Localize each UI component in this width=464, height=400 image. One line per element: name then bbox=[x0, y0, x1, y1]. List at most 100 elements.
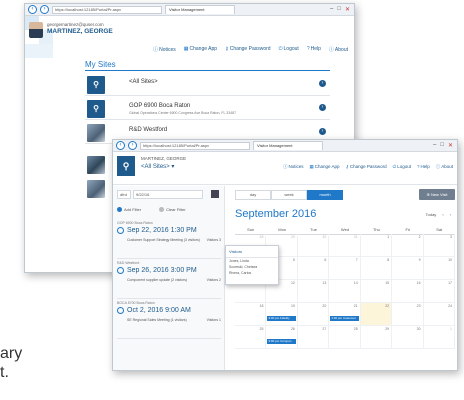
minimize-icon[interactable]: – bbox=[433, 142, 436, 149]
site-row[interactable]: ⚲ <All Sites> › bbox=[85, 74, 330, 96]
calendar-day[interactable]: 31 bbox=[329, 234, 361, 257]
day-number: 22 bbox=[385, 304, 390, 308]
add-filter-button[interactable]: Add Filter bbox=[117, 207, 141, 213]
address-bar[interactable]: https://localhost:12185/Portal/Pr.aspx bbox=[52, 5, 162, 14]
day-number: 26 bbox=[290, 327, 295, 331]
calendar-day[interactable]: 1 bbox=[360, 234, 393, 257]
calendar-day[interactable]: 9 bbox=[392, 257, 424, 280]
calendar-day[interactable]: 6 bbox=[297, 257, 330, 280]
tab-month[interactable]: month bbox=[307, 190, 343, 200]
calendar-day[interactable]: 19 3:00 pm Fidelity bbox=[266, 303, 298, 326]
close-icon[interactable]: ✕ bbox=[345, 6, 350, 13]
address-bar[interactable]: https://localhost:12185/Portal/Pr.aspx bbox=[140, 141, 250, 150]
date-input[interactable]: 9/22/16 bbox=[133, 190, 203, 199]
visit-site: R&D Westford bbox=[117, 261, 140, 265]
user-name: MARTINEZ, GEORGE bbox=[141, 156, 187, 161]
calendar-event[interactable]: 1:30 pm Customer bbox=[330, 316, 359, 321]
calendar-day[interactable]: 2 bbox=[392, 234, 424, 257]
nav-help[interactable]: ?Help bbox=[417, 164, 430, 170]
date-label: dfrd bbox=[117, 190, 131, 199]
visit-item[interactable]: GOP 6900 Boca Raton Sep 22, 2016 1:30 PM… bbox=[117, 219, 221, 259]
calendar-day[interactable]: 7 bbox=[329, 257, 361, 280]
nav-help[interactable]: ?Help bbox=[307, 46, 321, 53]
day-number: 3 bbox=[450, 235, 452, 239]
calendar-event[interactable]: 3:00 pm Fidelity bbox=[267, 316, 296, 321]
nav-logout[interactable]: ⏻Logout bbox=[393, 164, 411, 170]
maximize-icon[interactable]: □ bbox=[337, 6, 341, 13]
calendar-day[interactable]: 30 bbox=[392, 326, 424, 349]
site-row[interactable]: ⚲ GOP 6900 Boca Raton Global Operations … bbox=[85, 98, 330, 120]
day-number: 6 bbox=[324, 258, 327, 262]
calendar-day[interactable]: 25 bbox=[235, 326, 267, 349]
nav-notices[interactable]: ⓘNotices bbox=[283, 164, 304, 170]
calendar-day[interactable]: 13 bbox=[297, 280, 330, 303]
calendar-day[interactable]: 14 bbox=[329, 280, 361, 303]
calendar-icon[interactable] bbox=[211, 190, 219, 198]
nav-about[interactable]: ⓘAbout bbox=[436, 164, 453, 170]
forward-icon[interactable]: › bbox=[40, 5, 49, 14]
chevron-right-icon[interactable]: › bbox=[319, 104, 326, 111]
chevron-right-icon[interactable]: › bbox=[319, 80, 326, 87]
visit-item[interactable]: R&D Westford Sep 26, 2016 3:00 PM Compon… bbox=[117, 259, 221, 299]
calendar-day[interactable]: 15 bbox=[360, 280, 393, 303]
calendar-day[interactable]: 30 bbox=[297, 234, 330, 257]
nav-about[interactable]: ⓘAbout bbox=[329, 46, 348, 53]
calendar-day[interactable]: 16 bbox=[392, 280, 424, 303]
nav-logout[interactable]: ⏻Logout bbox=[279, 46, 299, 53]
day-number: 1 bbox=[387, 235, 390, 239]
back-icon[interactable]: ‹ bbox=[116, 141, 125, 150]
calendar-day[interactable]: 20 bbox=[297, 303, 330, 326]
calendar-day[interactable]: 23 bbox=[392, 303, 424, 326]
chevron-left-icon[interactable]: ‹ bbox=[442, 212, 443, 217]
calendar-day[interactable]: 1 bbox=[423, 326, 455, 349]
window-controls: – □ ✕ bbox=[433, 142, 457, 149]
calendar-day[interactable]: 21 1:30 pm Customer bbox=[329, 303, 361, 326]
browser-tab[interactable]: Visitor Management bbox=[165, 5, 235, 14]
nav-change-app[interactable]: ▦Change App bbox=[184, 46, 217, 53]
info-icon: ⓘ bbox=[282, 164, 288, 169]
sites-heading: My Sites bbox=[85, 60, 116, 69]
forward-icon[interactable]: › bbox=[128, 141, 137, 150]
calendar-day[interactable]: 28 bbox=[329, 326, 361, 349]
nav-change-password[interactable]: ⚷Change Password bbox=[225, 46, 271, 53]
browser-tab[interactable]: Visitor Management bbox=[253, 141, 323, 150]
site-photo[interactable] bbox=[87, 156, 105, 174]
calendar-event[interactable]: 3:00 pm Compon bbox=[267, 339, 296, 344]
minimize-icon[interactable]: – bbox=[330, 6, 333, 13]
calendar-day[interactable]: 10 bbox=[423, 257, 455, 280]
tab-week[interactable]: week bbox=[271, 190, 307, 200]
nav-notices[interactable]: ⓘNotices bbox=[153, 46, 176, 53]
day-number: 17 bbox=[448, 281, 452, 285]
calendar-day[interactable]: 8 bbox=[360, 257, 393, 280]
site-selector[interactable]: <All Sites> ▾ bbox=[141, 163, 174, 170]
site-address: Global Operations Center 6900 Congress A… bbox=[129, 111, 237, 115]
day-number: 16 bbox=[416, 281, 421, 285]
clear-filter-button[interactable]: Clear Filter bbox=[159, 207, 186, 213]
calendar-day[interactable]: 18 bbox=[235, 303, 267, 326]
calendar-day[interactable]: 27 bbox=[297, 326, 330, 349]
nav-change-app[interactable]: ▦Change App bbox=[310, 164, 340, 170]
calendar-day[interactable]: 29 bbox=[360, 326, 393, 349]
calendar-day[interactable]: 3 bbox=[423, 234, 455, 257]
maximize-icon[interactable]: □ bbox=[440, 142, 444, 149]
calendar-day[interactable]: 26 3:00 pm Compon bbox=[266, 326, 298, 349]
calendar-day[interactable]: 17 bbox=[423, 280, 455, 303]
calendar-day[interactable]: 22 bbox=[360, 303, 393, 326]
nav-change-password[interactable]: ⚷Change Password bbox=[346, 164, 387, 170]
top-nav: ⓘNotices ▦Change App ⚷Change Password ⏻L… bbox=[153, 46, 348, 53]
visit-time: Sep 22, 2016 1:30 PM bbox=[127, 227, 197, 234]
back-icon[interactable]: ‹ bbox=[28, 5, 37, 14]
chevron-right-icon[interactable]: › bbox=[319, 128, 326, 135]
visit-item[interactable]: BOCA 5700 Boca Raton Oct 2, 2016 9:00 AM… bbox=[117, 299, 221, 339]
visitor-count: Visitors 2 bbox=[206, 278, 221, 282]
day-number: 15 bbox=[385, 281, 390, 285]
close-icon[interactable]: ✕ bbox=[448, 142, 453, 149]
today-button[interactable]: Today bbox=[426, 212, 437, 217]
site-name: GOP 6900 Boca Raton bbox=[129, 103, 191, 109]
calendar-day[interactable]: 24 bbox=[423, 303, 455, 326]
visit-title: Customer Support Strategy Meeting (3 vis… bbox=[127, 238, 200, 242]
new-visit-button[interactable]: ⊕ New Visit bbox=[419, 189, 455, 200]
chevron-right-icon[interactable]: › bbox=[450, 212, 451, 217]
tab-day[interactable]: day bbox=[235, 190, 271, 200]
site-photo[interactable] bbox=[87, 180, 105, 198]
